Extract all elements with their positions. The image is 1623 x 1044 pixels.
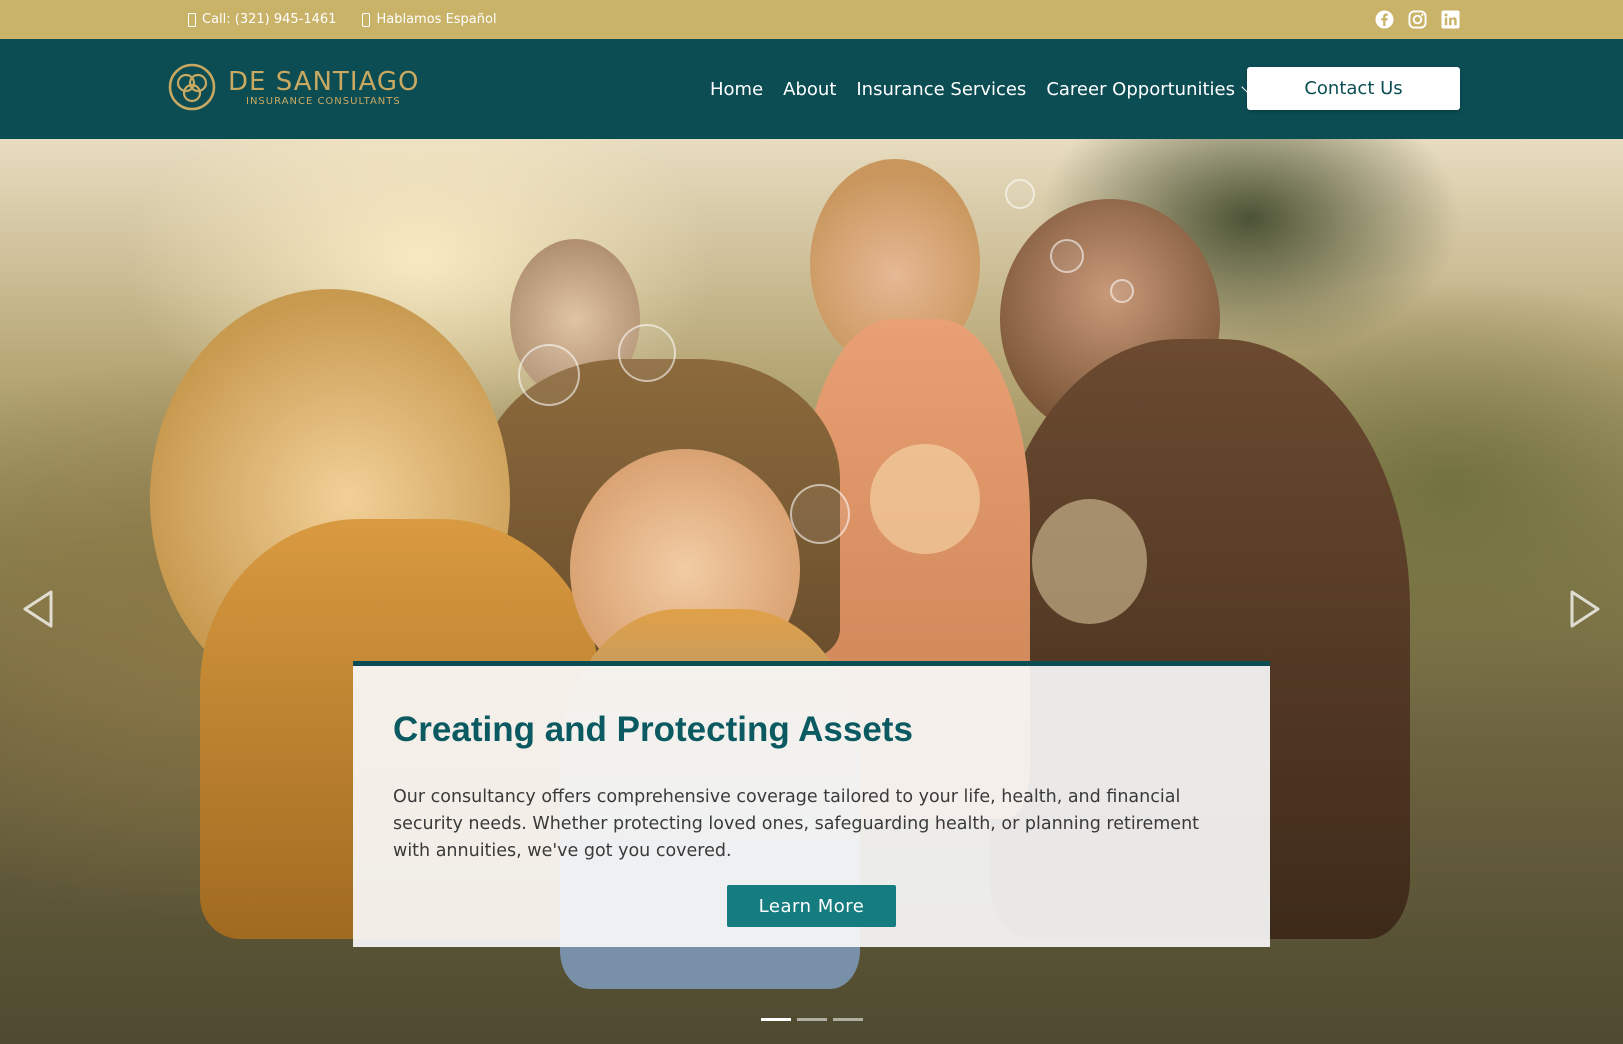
spanish-notice: Hablamos Español xyxy=(362,12,497,27)
nav-about[interactable]: About xyxy=(783,79,836,100)
nav-career-label: Career Opportunities xyxy=(1046,78,1236,100)
logo-subtitle: INSURANCE CONSULTANTS xyxy=(246,95,401,107)
site-logo[interactable]: DE SANTIAGO INSURANCE CONSULTANTS xyxy=(168,63,419,111)
facebook-icon[interactable] xyxy=(1374,10,1394,30)
hero-description: Our consultancy offers comprehensive cov… xyxy=(393,787,1200,861)
spanish-text: Hablamos Español xyxy=(376,12,497,27)
logo-text: DE SANTIAGO INSURANCE CONSULTANTS xyxy=(228,68,419,107)
phone-link[interactable]: Call: (321) 945-1461 xyxy=(188,12,336,27)
next-slide-arrow-icon[interactable] xyxy=(1567,589,1603,629)
slide-indicator-3[interactable] xyxy=(833,1018,863,1021)
hero-caption-card: Creating and Protecting Assets Our consu… xyxy=(353,661,1270,947)
slide-indicator-1[interactable] xyxy=(761,1018,791,1021)
instagram-icon[interactable] xyxy=(1407,10,1427,30)
site-header: DE SANTIAGO INSURANCE CONSULTANTS Home A… xyxy=(0,39,1623,139)
nav-insurance-services[interactable]: Insurance Services xyxy=(856,79,1026,100)
prev-slide-arrow-icon[interactable] xyxy=(20,589,56,629)
slider-indicators xyxy=(761,1018,863,1021)
phone-icon xyxy=(188,12,196,27)
nav-career-opportunities[interactable]: Career Opportunities xyxy=(1046,78,1253,100)
contact-us-button[interactable]: Contact Us xyxy=(1247,67,1460,110)
hero-title: Creating and Protecting Assets xyxy=(393,710,913,749)
topbar-contact-info: Call: (321) 945-1461 Hablamos Español xyxy=(188,0,497,39)
phone-text: Call: (321) 945-1461 xyxy=(202,12,337,27)
top-utility-bar: Call: (321) 945-1461 Hablamos Español xyxy=(0,0,1623,39)
logo-mark-icon xyxy=(168,63,216,111)
nav-home[interactable]: Home xyxy=(710,79,763,100)
slide-indicator-2[interactable] xyxy=(797,1018,827,1021)
social-links xyxy=(1374,0,1460,39)
logo-name: DE SANTIAGO xyxy=(228,66,420,97)
linkedin-icon[interactable] xyxy=(1440,10,1460,30)
mobile-icon xyxy=(362,12,371,27)
learn-more-button[interactable]: Learn More xyxy=(727,885,896,927)
main-nav: Home About Insurance Services Career Opp… xyxy=(710,39,1253,139)
